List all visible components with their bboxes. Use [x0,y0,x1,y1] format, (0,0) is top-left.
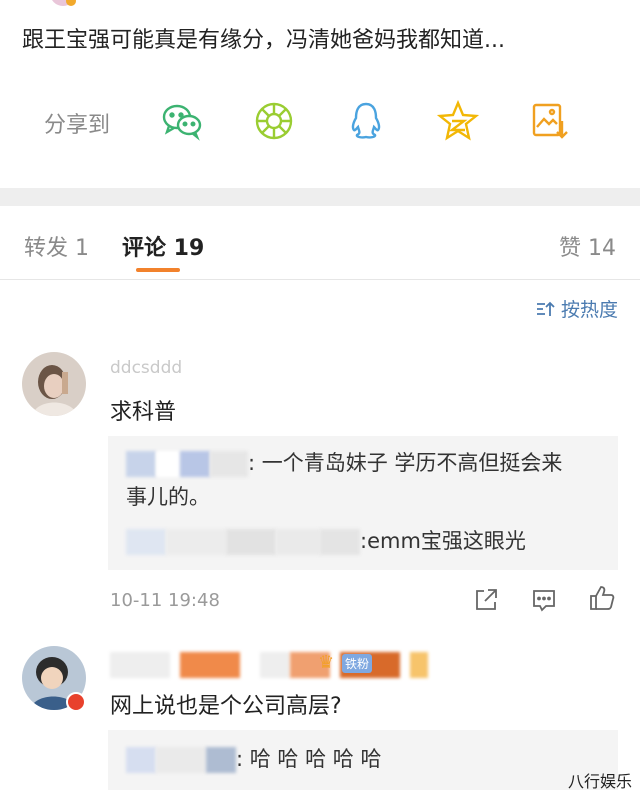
comment-text: 求科普 [110,400,177,425]
qzone-icon[interactable] [436,99,480,143]
sort-label: 按热度 [560,299,618,321]
tab-repost[interactable]: 转发 1 [24,230,89,262]
avatar[interactable] [22,352,86,416]
sort-icon [536,301,555,316]
reply-text: : 哈 哈 哈 哈 哈 [236,747,382,771]
share-row: 分享到 [0,95,640,155]
reply-item: : 一个青岛妹子 学历不高但挺会来 [126,446,562,480]
crown-icon: ♛ [318,652,335,673]
tab-bar: 转发 1 评论 19 赞 14 [0,206,640,280]
share-icon[interactable] [472,586,500,614]
sort-by-hot-button[interactable]: 按热度 [535,295,618,322]
verified-badge-icon [66,692,86,712]
reply-item: :emm宝强这眼光 [126,524,526,558]
share-label: 分享到 [44,113,111,138]
tab-likes[interactable]: 赞 14 [559,230,616,262]
reply-text: :emm宝强这眼光 [360,529,526,553]
reply-item: : 哈 哈 哈 哈 哈 [126,742,381,776]
active-tab-indicator [136,268,180,272]
comment-item: ddcsddd 求科普 : 一个青岛妹子 学历不高但挺会来 事儿的。 :emm宝… [0,350,640,630]
tab-comments[interactable]: 评论 19 [122,230,204,262]
fan-badge: 铁粉 [342,654,373,673]
comment-timestamp: 10-11 19:48 [110,590,220,611]
reply-item-continued: 事儿的。 [126,485,210,509]
reply-text: : 一个青岛妹子 学历不高但挺会来 [248,451,563,475]
comment-text: 网上说也是个公司高层? [110,694,342,719]
comment-item: ♛ 铁粉 网上说也是个公司高层? : 哈 哈 哈 哈 哈 [0,640,640,800]
section-divider [0,188,640,206]
watermark: 八行娱乐 [567,772,632,791]
post-author-badge-peek [66,0,76,6]
reply-box[interactable]: : 哈 哈 哈 哈 哈 [108,730,618,790]
reply-box[interactable]: : 一个青岛妹子 学历不高但挺会来 事儿的。 :emm宝强这眼光 [108,436,618,570]
qq-icon[interactable] [344,99,388,143]
post-title: 跟王宝强可能真是有缘分，冯清她爸妈我都知道... [22,28,505,53]
moments-icon[interactable] [252,99,296,143]
save-image-icon[interactable] [528,99,572,143]
comment-username[interactable]: ddcsddd [110,358,182,378]
like-icon[interactable] [588,584,616,612]
comment-icon[interactable] [530,586,558,614]
wechat-icon[interactable] [160,99,204,143]
